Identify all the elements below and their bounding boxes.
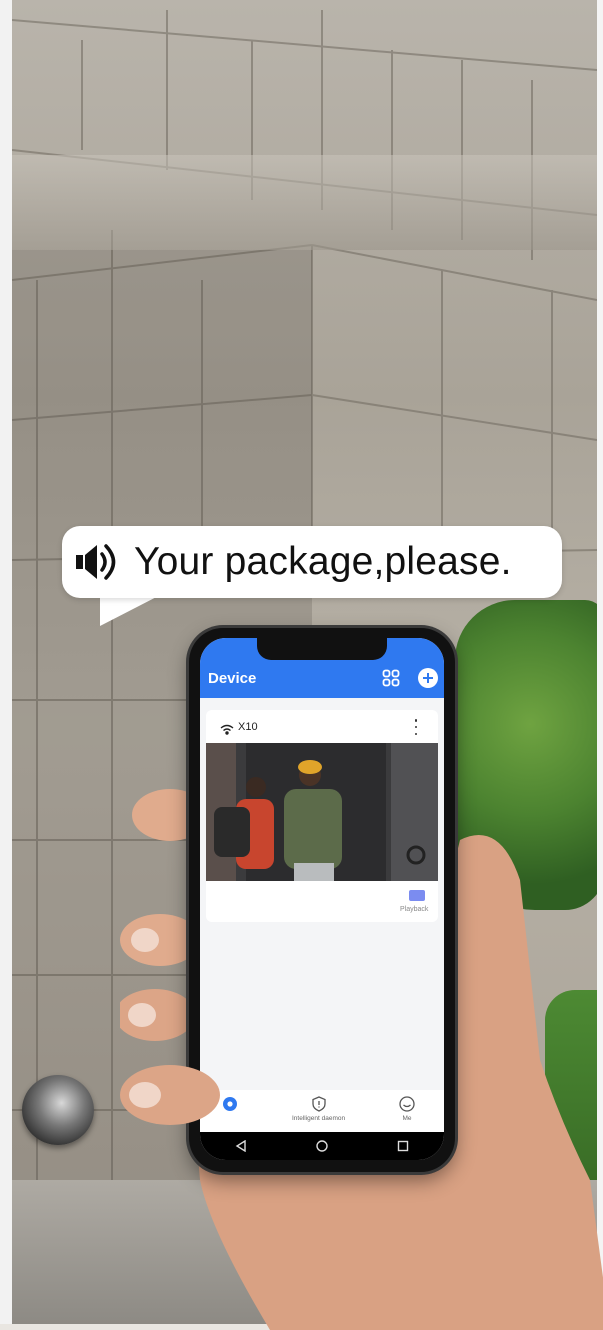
- device-name: X10: [238, 721, 258, 733]
- tab-intelligent-daemon[interactable]: Intelligent daemon: [292, 1096, 345, 1122]
- page-title: Device: [208, 670, 257, 687]
- wall-camera-icon: [22, 1075, 94, 1145]
- speech-bubble-text: Your package,please.: [134, 540, 512, 583]
- playback-label[interactable]: Playback: [400, 906, 428, 913]
- speaker-icon: [70, 537, 126, 587]
- profile-tab-icon: [399, 1096, 415, 1112]
- wall-ledge: [12, 155, 597, 250]
- phone-notch: [257, 638, 387, 660]
- tab-me[interactable]: Me: [399, 1096, 415, 1122]
- recent-apps-icon[interactable]: [392, 1135, 414, 1157]
- system-navigation-bar: [200, 1132, 444, 1160]
- more-options-icon[interactable]: [413, 719, 419, 735]
- tab-me-label: Me: [402, 1115, 412, 1122]
- thumb-finger: [120, 1065, 220, 1125]
- shield-tab-icon: [311, 1096, 326, 1112]
- camera-snapshot[interactable]: [206, 743, 438, 881]
- speech-bubble: Your package,please.: [62, 526, 562, 598]
- wifi-icon: [220, 722, 236, 735]
- home-icon[interactable]: [311, 1135, 333, 1157]
- left-border: [0, 0, 12, 1324]
- grid-view-icon[interactable]: [382, 669, 400, 687]
- back-icon[interactable]: [230, 1135, 252, 1157]
- add-device-icon[interactable]: [418, 668, 438, 688]
- tab-intelligent-daemon-label: Intelligent daemon: [292, 1115, 346, 1122]
- phone-screen: Device X10 Playback Intelligent daemon M…: [200, 638, 444, 1160]
- device-card[interactable]: X10 Playback: [206, 710, 438, 922]
- playback-icon[interactable]: [409, 890, 425, 901]
- bottom-tab-bar: Intelligent daemon Me: [200, 1090, 444, 1132]
